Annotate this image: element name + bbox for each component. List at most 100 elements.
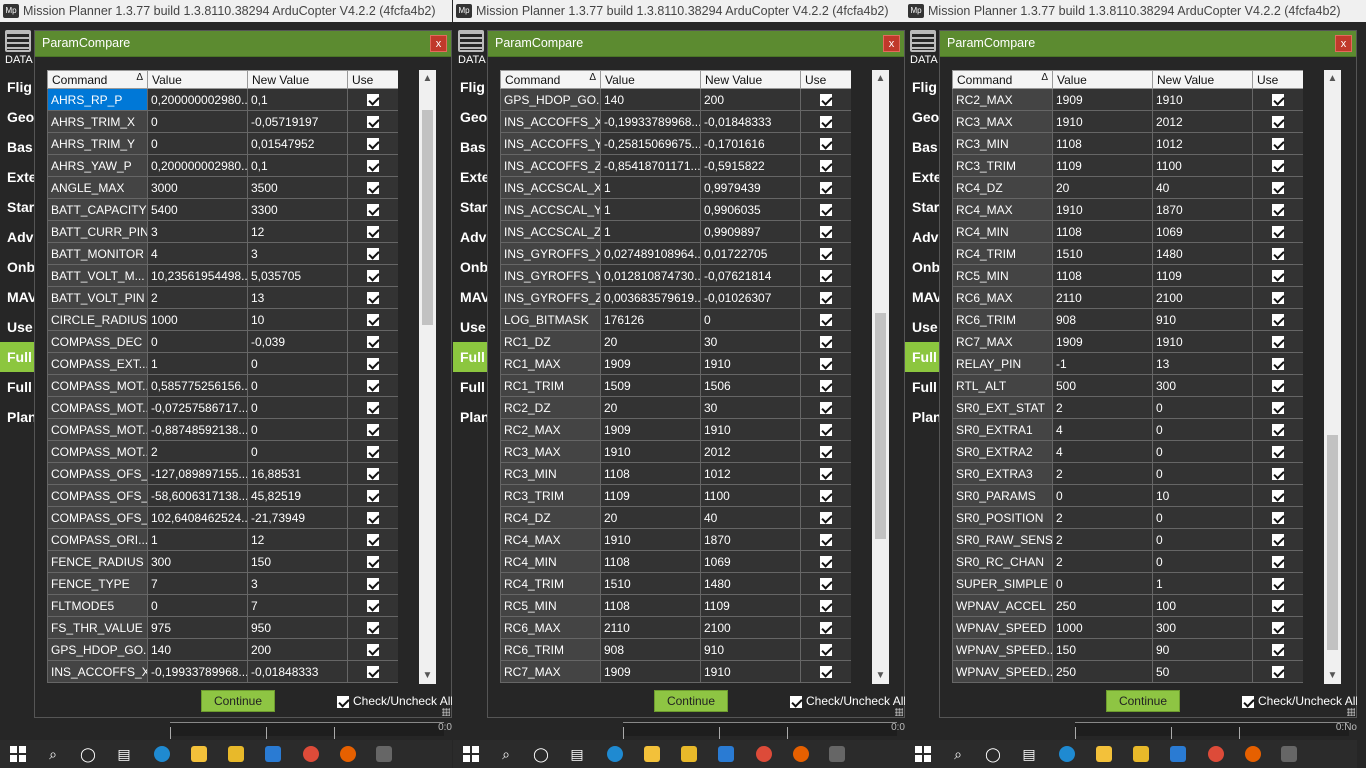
table-row[interactable]: RC6_MAX 2110 2100 — [500, 616, 851, 639]
table-row[interactable]: FENCE_TYPE 7 3 — [47, 572, 398, 595]
use-checkbox[interactable] — [820, 424, 832, 437]
table-row[interactable]: SR0_RAW_SENS 2 0 — [952, 528, 1303, 551]
command-cell[interactable]: RC1_MAX — [500, 352, 601, 375]
table-row[interactable]: RC2_MAX 1909 1910 — [952, 88, 1303, 111]
table-row[interactable]: RC6_MAX 2110 2100 — [952, 286, 1303, 309]
use-checkbox[interactable] — [1272, 556, 1284, 569]
use-checkbox[interactable] — [367, 600, 379, 613]
table-row[interactable]: INS_ACCSCAL_Y 1 0,9906035 — [500, 198, 851, 221]
table-row[interactable]: LOG_BITMASK 176126 0 — [500, 308, 851, 331]
use-checkbox[interactable] — [367, 424, 379, 437]
value-cell[interactable]: 1108 — [1052, 264, 1153, 287]
value-column-header[interactable]: Value — [1052, 70, 1153, 89]
value-cell[interactable]: 2 — [147, 440, 248, 463]
value-cell[interactable]: 176126 — [600, 308, 701, 331]
command-cell[interactable]: COMPASS_OFS_X — [47, 462, 148, 485]
command-cell[interactable]: COMPASS_OFS_Y — [47, 484, 148, 507]
value-cell[interactable]: 500 — [1052, 374, 1153, 397]
command-cell[interactable]: RC7_MAX — [500, 660, 601, 683]
windows-start-icon[interactable] — [915, 746, 931, 762]
new-value-cell[interactable]: 3 — [247, 572, 348, 595]
use-checkbox[interactable] — [1272, 578, 1284, 591]
value-cell[interactable]: 2 — [1052, 528, 1153, 551]
command-cell[interactable]: RC2_DZ — [500, 396, 601, 419]
table-row[interactable]: SR0_EXTRA3 2 0 — [952, 462, 1303, 485]
value-cell[interactable]: -58,6006317138... — [147, 484, 248, 507]
new-value-cell[interactable]: -0,01026307 — [700, 286, 801, 309]
chrome-icon[interactable] — [756, 746, 772, 762]
table-row[interactable]: RC3_MAX 1910 2012 — [500, 440, 851, 463]
check-all-checkbox-box[interactable] — [790, 695, 802, 708]
new-value-column-header[interactable]: New Value — [247, 70, 348, 89]
use-checkbox[interactable] — [1272, 666, 1284, 679]
new-value-cell[interactable]: 0,9979439 — [700, 176, 801, 199]
window-titlebar[interactable]: Mp Mission Planner 1.3.77 build 1.3.8110.… — [905, 0, 1357, 22]
value-cell[interactable]: 1910 — [1052, 198, 1153, 221]
new-value-cell[interactable]: -0,01848333 — [700, 110, 801, 133]
command-cell[interactable]: RC1_DZ — [500, 330, 601, 353]
value-cell[interactable]: -0,88748592138... — [147, 418, 248, 441]
command-cell[interactable]: RC3_MIN — [952, 132, 1053, 155]
command-cell[interactable]: RC6_TRIM — [500, 638, 601, 661]
value-cell[interactable]: 0,003683579619... — [600, 286, 701, 309]
value-cell[interactable]: 1108 — [600, 462, 701, 485]
command-cell[interactable]: INS_GYROFFS_Y — [500, 264, 601, 287]
table-row[interactable]: FENCE_RADIUS 300 150 — [47, 550, 398, 573]
new-value-cell[interactable]: 1910 — [700, 352, 801, 375]
value-cell[interactable]: 1909 — [600, 660, 701, 683]
new-value-cell[interactable]: 100 — [1152, 594, 1253, 617]
mission-planner-taskbar-icon[interactable] — [376, 746, 392, 762]
use-checkbox[interactable] — [367, 512, 379, 525]
scroll-down-arrow-icon[interactable]: ▼ — [419, 667, 436, 684]
table-row[interactable]: SUPER_SIMPLE 0 1 — [952, 572, 1303, 595]
command-cell[interactable]: WPNAV_SPEED... — [952, 660, 1053, 683]
scroll-thumb[interactable] — [1327, 435, 1338, 650]
new-value-cell[interactable]: 1012 — [1152, 132, 1253, 155]
table-row[interactable]: RELAY_PIN -1 13 — [952, 352, 1303, 375]
command-cell[interactable]: COMPASS_MOT... — [47, 374, 148, 397]
command-cell[interactable]: RC5_MIN — [500, 594, 601, 617]
command-cell[interactable]: RC4_MIN — [500, 550, 601, 573]
value-cell[interactable]: 250 — [1052, 660, 1153, 683]
use-checkbox[interactable] — [367, 314, 379, 327]
command-cell[interactable]: GPS_HDOP_GO... — [500, 88, 601, 111]
new-value-cell[interactable]: -0,039 — [247, 330, 348, 353]
new-value-cell[interactable]: 200 — [247, 638, 348, 661]
command-cell[interactable]: WPNAV_ACCEL — [952, 594, 1053, 617]
value-cell[interactable]: 1108 — [600, 594, 701, 617]
vertical-scrollbar[interactable]: ▲ ▼ — [1324, 70, 1341, 684]
table-row[interactable]: FS_THR_VALUE 975 950 — [47, 616, 398, 639]
table-row[interactable]: COMPASS_OFS_Z 102,6408462524... -21,73949 — [47, 506, 398, 529]
value-cell[interactable]: 0,012810874730... — [600, 264, 701, 287]
command-cell[interactable]: COMPASS_MOT... — [47, 440, 148, 463]
command-cell[interactable]: RC4_DZ — [500, 506, 601, 529]
table-row[interactable]: RC2_MAX 1909 1910 — [500, 418, 851, 441]
new-value-cell[interactable]: 1480 — [700, 572, 801, 595]
data-view-button[interactable]: DATA — [458, 30, 488, 66]
new-value-cell[interactable]: -21,73949 — [247, 506, 348, 529]
new-value-cell[interactable]: 0,9909897 — [700, 220, 801, 243]
use-checkbox[interactable] — [820, 314, 832, 327]
edge-browser-icon[interactable] — [607, 746, 623, 762]
command-cell[interactable]: INS_GYROFFS_X — [500, 242, 601, 265]
continue-button[interactable]: Continue — [201, 690, 275, 712]
file-explorer-icon[interactable] — [1096, 746, 1112, 762]
value-cell[interactable]: 3000 — [147, 176, 248, 199]
use-checkbox[interactable] — [367, 402, 379, 415]
table-row[interactable]: INS_ACCOFFS_X -0,19933789968... -0,0184833… — [47, 660, 398, 683]
new-value-cell[interactable]: 10 — [1152, 484, 1253, 507]
command-cell[interactable]: FS_THR_VALUE — [47, 616, 148, 639]
use-checkbox[interactable] — [367, 490, 379, 503]
new-value-cell[interactable]: 1910 — [700, 418, 801, 441]
new-value-cell[interactable]: 3300 — [247, 198, 348, 221]
command-cell[interactable]: BATT_VOLT_PIN — [47, 286, 148, 309]
command-cell[interactable]: AHRS_TRIM_Y — [47, 132, 148, 155]
command-cell[interactable]: SR0_EXTRA1 — [952, 418, 1053, 441]
new-value-cell[interactable]: 1109 — [700, 594, 801, 617]
new-value-cell[interactable]: 1012 — [700, 462, 801, 485]
continue-button[interactable]: Continue — [654, 690, 728, 712]
command-cell[interactable]: INS_ACCSCAL_Z — [500, 220, 601, 243]
command-cell[interactable]: SR0_RC_CHAN — [952, 550, 1053, 573]
table-row[interactable]: INS_GYROFFS_X 0,027489108964... 0,01722705 — [500, 242, 851, 265]
use-checkbox[interactable] — [820, 666, 832, 679]
